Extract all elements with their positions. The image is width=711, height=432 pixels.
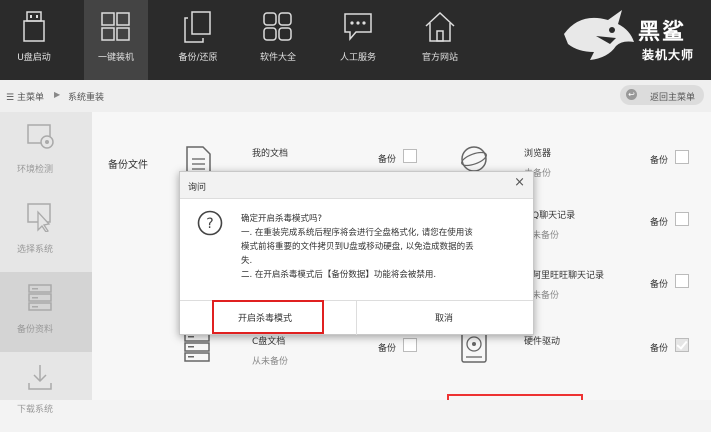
backup-item-name: 浏览器	[524, 149, 552, 159]
dialog-title: 询问	[188, 183, 207, 193]
cancel-button[interactable]: 取消	[435, 311, 453, 324]
backup-item-name: C盘文档	[252, 337, 286, 347]
brand-logo: 黑鲨 装机大师	[560, 6, 705, 74]
download-icon	[28, 365, 52, 390]
toolbar-one-click-install[interactable]: 一键装机	[84, 0, 148, 80]
top-toolbar: U盘启动 一键装机 备份/还原 软件大全 人工服务 官方网站 黑鲨 装机大师	[0, 0, 711, 80]
back-button-label: 返回主菜单	[650, 93, 696, 103]
sidebar-item-label: 备份资料	[16, 325, 53, 335]
server-stack-icon	[28, 284, 52, 311]
hard-drive-icon	[461, 331, 487, 363]
toolbar-label: U盘启动	[17, 53, 51, 63]
sidebar-item-backup-data[interactable]: 备份资料	[0, 272, 92, 352]
dialog-line: 模式前将重要的文件拷贝到U盘或移动硬盘, 以免造成数据的丢	[241, 242, 474, 252]
toolbar-usb-boot[interactable]: U盘启动	[2, 0, 66, 80]
sidebar: 环境检测 选择系统 备份资料 下载系统	[0, 112, 92, 415]
backup-checkbox-disabled[interactable]	[675, 338, 689, 352]
svg-text:?: ?	[206, 216, 213, 232]
backup-label: 备份	[650, 156, 669, 166]
dialog-header: 询问 ×	[180, 172, 533, 199]
usb-drive-icon	[23, 11, 45, 42]
toolbar-support[interactable]: 人工服务	[326, 0, 390, 80]
section-label: 备份文件	[108, 160, 148, 171]
backup-label: 备份	[378, 344, 397, 354]
breadcrumb-root-label: 主菜单	[16, 93, 44, 103]
backup-label: 备份	[378, 155, 397, 165]
cursor-select-icon	[27, 203, 51, 232]
backup-item-status: 从未备份	[252, 357, 289, 367]
dialog-line: 二. 在开启杀毒模式后【备份数据】功能将会被禁用.	[241, 270, 437, 280]
backup-item-status: 未备份	[532, 231, 560, 241]
breadcrumb-root[interactable]: ☰ 主菜单	[6, 90, 44, 103]
footer-divider	[356, 301, 357, 335]
toolbar-website[interactable]: 官方网站	[408, 0, 472, 80]
back-to-main-button[interactable]: ↩ 返回主菜单	[620, 85, 704, 105]
toolbar-label: 备份/还原	[178, 53, 218, 63]
sidebar-item-label: 环境检测	[16, 165, 53, 175]
home-icon	[425, 11, 455, 42]
sidebar-item-label: 选择系统	[16, 245, 53, 255]
breadcrumb: ☰ 主菜单 ▶ 系统重装 ↩ 返回主菜单	[0, 80, 711, 113]
sidebar-item-download-system[interactable]: 下载系统	[0, 352, 92, 432]
backup-item-status: 未备份	[532, 291, 560, 301]
backup-label: 备份	[650, 218, 669, 228]
backup-item-name: Q聊天记录	[532, 211, 576, 221]
back-arrow-icon: ↩	[626, 89, 637, 100]
menu-icon: ☰	[6, 93, 17, 103]
monitor-gear-icon	[27, 124, 54, 149]
question-icon: ?	[197, 210, 223, 236]
sidebar-item-env-check[interactable]: 环境检测	[0, 112, 92, 192]
breadcrumb-separator-icon: ▶	[54, 90, 61, 99]
highlight-box	[212, 300, 324, 334]
dialog-line: 确定开启杀毒模式吗?	[241, 214, 323, 224]
toolbar-label: 官方网站	[421, 53, 458, 63]
logo-subtitle: 装机大师	[642, 48, 695, 62]
copy-backup-icon	[184, 11, 211, 43]
backup-checkbox[interactable]	[403, 149, 417, 163]
breadcrumb-current: 系统重装	[68, 93, 105, 103]
backup-checkbox[interactable]	[675, 212, 689, 226]
backup-label: 备份	[650, 280, 669, 290]
toolbar-backup-restore[interactable]: 备份/还原	[166, 0, 230, 80]
backup-checkbox[interactable]	[675, 150, 689, 164]
backup-item-name: 我的文档	[252, 149, 289, 159]
dialog-message: 确定开启杀毒模式吗? 一. 在重装完成系统后程序将会进行全盘格式化, 请您在使用…	[241, 212, 516, 282]
chat-bubble-icon	[344, 13, 372, 42]
toolbar-label: 一键装机	[97, 53, 134, 63]
toolbar-label: 软件大全	[259, 53, 296, 63]
sidebar-item-select-system[interactable]: 选择系统	[0, 192, 92, 272]
toolbar-software[interactable]: 软件大全	[246, 0, 310, 80]
backup-checkbox[interactable]	[403, 338, 417, 352]
sidebar-item-label: 下载系统	[16, 405, 53, 415]
logo-title: 黑鲨	[638, 19, 687, 45]
highlight-marker	[447, 394, 583, 400]
server-stack-icon	[184, 332, 210, 362]
shark-logo-icon	[564, 10, 634, 60]
windows-grid-icon	[101, 12, 130, 41]
close-icon[interactable]: ×	[514, 175, 525, 190]
toolbar-label: 人工服务	[339, 53, 376, 63]
backup-label: 备份	[650, 344, 669, 354]
backup-item-name: 阿里旺旺聊天记录	[532, 271, 605, 281]
backup-checkbox[interactable]	[675, 274, 689, 288]
dialog-line: 失.	[241, 256, 253, 266]
dialog-line: 一. 在重装完成系统后程序将会进行全盘格式化, 请您在使用该	[241, 228, 473, 238]
apps-grid-icon	[263, 12, 292, 41]
backup-item-name: 硬件驱动	[524, 337, 561, 347]
